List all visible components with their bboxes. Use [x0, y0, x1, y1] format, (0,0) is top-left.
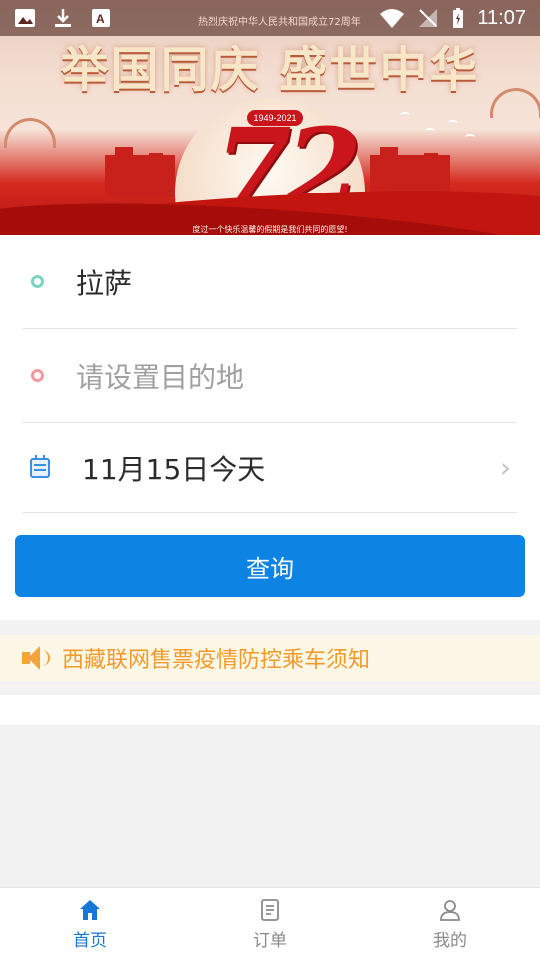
document-icon — [261, 898, 279, 921]
city-skyline — [105, 147, 175, 197]
tab-home[interactable]: 首页 — [0, 888, 180, 960]
no-signal-icon — [419, 9, 438, 27]
notice-text: 西藏联网售票疫情防控乘车须知 — [62, 648, 371, 673]
date-field[interactable]: 11月15日今天 › — [22, 423, 517, 513]
home-icon — [80, 899, 100, 920]
speaker-icon — [22, 646, 52, 670]
tab-profile-label: 我的 — [433, 930, 467, 951]
banner-caption: 度过一个快乐温馨的假期是我们共同的愿望! — [192, 225, 348, 234]
bottom-tab-bar: 首页 订单 我的 — [0, 887, 540, 960]
years-badge: 1949-2021 — [247, 110, 303, 126]
content-area — [0, 695, 540, 725]
banner-scroll-text: 热烈庆祝中华人民共和国成立72周年 — [198, 17, 361, 28]
chevron-right-icon: › — [499, 451, 511, 484]
dove-icon — [425, 128, 435, 134]
tab-home-label: 首页 — [73, 930, 107, 951]
dove-icon — [448, 120, 458, 126]
battery-charging-icon — [453, 8, 464, 28]
tab-profile[interactable]: 我的 — [360, 888, 540, 960]
destination-dot-icon — [31, 369, 44, 382]
dove-icon — [400, 112, 410, 118]
accessibility-icon: A — [92, 9, 110, 27]
destination-field[interactable]: 请设置目的地 — [22, 329, 517, 423]
search-form: 拉萨 请设置目的地 11月15日今天 › 查询 — [0, 235, 540, 620]
wifi-icon — [380, 9, 405, 28]
tab-orders-label: 订单 — [253, 930, 287, 951]
dove-icon — [465, 134, 475, 140]
gallery-icon — [15, 9, 35, 27]
departure-field[interactable]: 拉萨 — [22, 235, 517, 329]
notice-banner[interactable]: 西藏联网售票疫情防控乘车须知 — [0, 635, 540, 681]
query-button[interactable]: 查询 — [15, 535, 525, 597]
calendar-icon — [30, 454, 50, 478]
promo-banner[interactable]: A 热烈庆祝中华人民共和国成立72周年 11:07 举国同庆 盛世中华 1949… — [0, 0, 540, 235]
tab-orders[interactable]: 订单 — [180, 888, 360, 960]
status-bar: A 热烈庆祝中华人民共和国成立72周年 11:07 — [0, 0, 540, 36]
date-value: 11月15日今天 — [82, 452, 266, 486]
destination-placeholder: 请设置目的地 — [76, 360, 245, 394]
svg-text:A: A — [96, 12, 105, 26]
download-icon — [55, 9, 71, 27]
user-icon — [440, 899, 460, 921]
cloud-decoration — [4, 118, 56, 148]
banner-title: 举国同庆 盛世中华 — [60, 42, 480, 98]
departure-dot-icon — [31, 275, 44, 288]
clock: 11:07 — [477, 6, 526, 29]
departure-value: 拉萨 — [76, 266, 133, 300]
